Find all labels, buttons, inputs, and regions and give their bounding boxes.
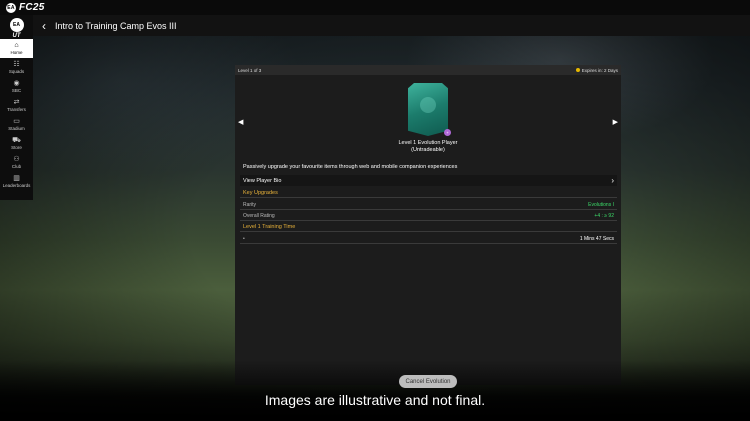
sidebar-item-club[interactable]: ⚇ Club	[0, 153, 33, 172]
sidebar-item-sbc[interactable]: ◉ SBC	[0, 77, 33, 96]
rarity-row: Rarity Evolutions I	[240, 200, 617, 210]
sidebar-item-label: Store	[11, 145, 22, 150]
top-bar: EA FC25	[0, 0, 750, 15]
sidebar-item-label: SBC	[11, 88, 22, 93]
sidebar-item-stadium[interactable]: ▭ Stadium	[0, 115, 33, 134]
fc25-logo: EA FC25	[6, 2, 45, 13]
sidebar-item-label: Leaderboards	[2, 183, 31, 188]
training-time-value: 1 Mins 47 Secs	[579, 235, 614, 242]
expires-info: Expires in: 2 Days	[575, 67, 618, 73]
bottom-fade	[0, 360, 750, 421]
sidebar-item-label: Home	[10, 50, 23, 55]
logo-text: FC25	[19, 2, 45, 13]
sidebar-nav: ⌂ Home ☷ Squads ◉ SBC ⇄ Transfers ▭ Stadium ⛟ Store…	[0, 39, 33, 191]
stadium-icon: ▭	[13, 118, 20, 125]
ovr-value: +4 : ≥ 92	[594, 212, 614, 219]
key-upgrades-label: Key Upgrades	[243, 190, 278, 196]
training-time-label: Level 1 Training Time	[243, 224, 296, 230]
cancel-evolution-button[interactable]: Cancel Evolution	[399, 375, 457, 388]
evolution-badge-icon: +	[444, 129, 451, 136]
sidebar-item-label: Club	[11, 164, 22, 169]
card-title: Level 1 Evolution Player (Untradeable)	[378, 140, 478, 154]
ut-badge: EA	[9, 18, 24, 32]
sidebar-item-leaderboards[interactable]: ▥ Leaderboards	[0, 172, 33, 191]
squads-icon: ☷	[13, 61, 20, 68]
evolution-description: Passively upgrade your favourite items t…	[243, 164, 458, 170]
sbc-icon: ◉	[13, 80, 20, 87]
store-icon: ⛟	[12, 137, 21, 144]
ovr-label: Overall Rating	[243, 212, 275, 219]
prev-arrow-icon[interactable]: ◀	[238, 118, 243, 126]
transfers-icon: ⇄	[13, 99, 20, 106]
view-player-bio-button[interactable]: View Player Bio ›	[240, 175, 617, 186]
sidebar-item-label: Transfers	[7, 107, 26, 112]
player-card	[408, 83, 448, 136]
level-indicator: Level 1 of 3	[238, 67, 262, 73]
rarity-value: Evolutions I	[588, 201, 614, 208]
ea-badge: EA	[6, 2, 16, 13]
sidebar-item-home[interactable]: ⌂ Home	[0, 39, 33, 58]
overall-rating-row: Overall Rating +4 : ≥ 92	[240, 211, 617, 221]
club-icon: ⚇	[13, 156, 20, 163]
evolution-panel: Level 1 of 3 Expires in: 2 Days ◀ ▶ + Le…	[235, 65, 621, 385]
disclaimer-text: Images are illustrative and not final.	[264, 392, 486, 408]
clock-icon	[575, 68, 580, 72]
training-time-heading: Level 1 Training Time	[240, 223, 617, 232]
page-header: ‹ Intro to Training Camp Evos III	[33, 15, 750, 36]
key-upgrades-heading: Key Upgrades	[240, 189, 617, 198]
training-time-row: • 1 Mins 47 Secs	[240, 234, 617, 244]
panel-bar: Level 1 of 3 Expires in: 2 Days	[235, 65, 621, 75]
chevron-right-icon: ›	[611, 176, 614, 185]
page-title: Intro to Training Camp Evos III	[55, 20, 177, 31]
next-arrow-icon[interactable]: ▶	[613, 118, 618, 126]
sidebar: EA UT ⌂ Home ☷ Squads ◉ SBC ⇄ Transfers ▭ Stadium…	[0, 15, 33, 200]
training-time-bullet: •	[243, 235, 245, 242]
sidebar-item-store[interactable]: ⛟ Store	[0, 134, 33, 153]
expires-text: Expires in: 2 Days	[581, 67, 618, 73]
view-bio-label: View Player Bio	[243, 177, 282, 184]
sidebar-item-label: Squads	[8, 69, 25, 74]
card-title-line2: (Untradeable)	[411, 147, 445, 153]
sidebar-item-transfers[interactable]: ⇄ Transfers	[0, 96, 33, 115]
card-emblem-icon	[420, 97, 436, 113]
sidebar-item-squads[interactable]: ☷ Squads	[0, 58, 33, 77]
chevron-left-icon[interactable]: ‹	[35, 19, 53, 33]
rarity-label: Rarity	[243, 201, 257, 208]
home-icon: ⌂	[14, 42, 19, 49]
sidebar-item-label: Stadium	[8, 126, 25, 131]
card-title-line1: Level 1 Evolution Player	[398, 140, 458, 146]
leaderboards-icon: ▥	[13, 175, 20, 182]
